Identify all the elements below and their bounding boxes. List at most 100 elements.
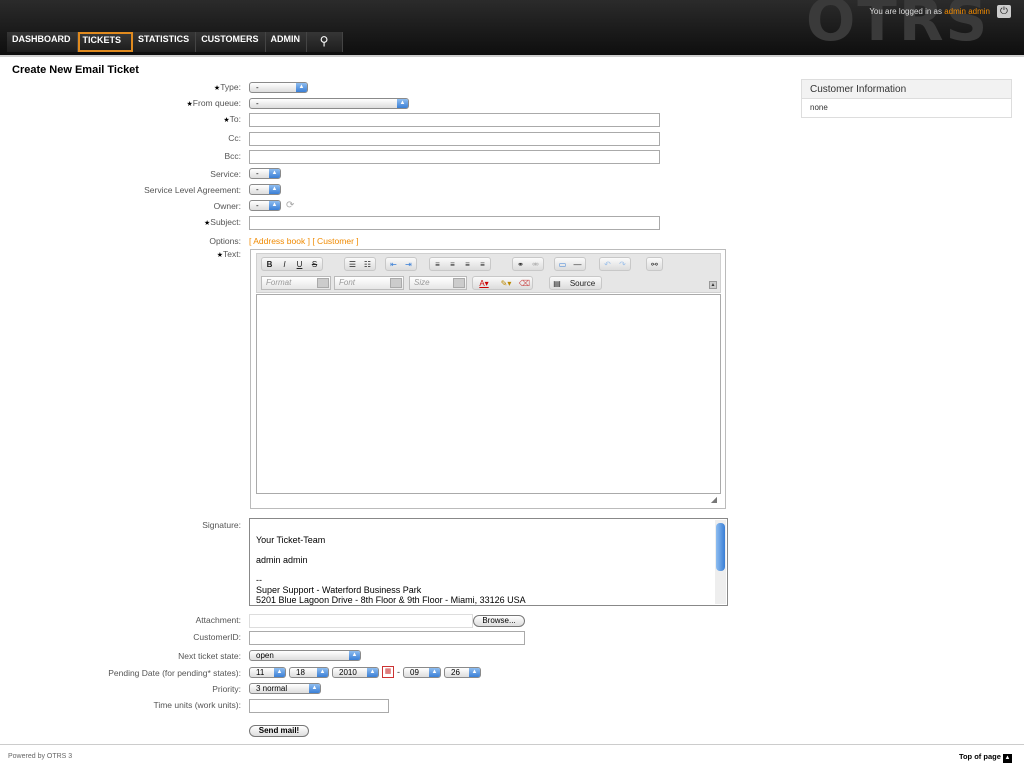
horizontal-rule-icon[interactable]: — — [570, 258, 585, 270]
unlink-icon[interactable]: ⚮ — [528, 258, 543, 270]
signature-box[interactable]: Your Ticket-Team admin admin -- Super Su… — [249, 518, 728, 606]
chevron-down-icon: ▲ — [269, 185, 280, 194]
source-label: Source — [569, 279, 596, 288]
resize-handle-icon[interactable]: ◢ — [711, 495, 717, 504]
signature-label: Signature: — [202, 520, 241, 530]
chevron-down-icon: ▲ — [349, 651, 360, 660]
cc-label: Cc: — [228, 133, 241, 143]
arrow-up-icon: ▲ — [1003, 754, 1012, 763]
nav-tickets[interactable]: TICKETS — [77, 32, 134, 52]
align-center-icon[interactable]: ≡ — [445, 258, 460, 270]
footer: Powered by OTRS 3 Top of page ▲ — [0, 744, 1024, 768]
outdent-icon[interactable]: ⇤ — [386, 258, 401, 270]
format-group: B I U S — [261, 257, 323, 271]
attachment-input[interactable] — [249, 614, 473, 628]
link-group: ⚭ ⚮ — [512, 257, 544, 271]
queue-label: From queue: — [187, 98, 241, 108]
nav-customers[interactable]: CUSTOMERS — [196, 32, 266, 52]
search-icon[interactable]: ⚲ — [307, 32, 344, 52]
cc-input[interactable] — [249, 132, 660, 146]
text-label: Text: — [217, 249, 241, 259]
chevron-down-icon: ▲ — [469, 668, 480, 677]
numbered-list-icon[interactable]: ☰ — [345, 258, 360, 270]
redo-icon[interactable]: ↷ — [615, 258, 630, 270]
source-icon: ▤ — [553, 279, 561, 288]
send-mail-button[interactable]: Send mail! — [249, 725, 309, 737]
pending-year-select[interactable]: 2010 ▲ — [332, 667, 379, 678]
priority-select[interactable]: 3 normal ▲ — [249, 683, 321, 694]
to-input[interactable] — [249, 113, 660, 127]
chevron-down-icon: ▲ — [296, 83, 307, 92]
owner-select[interactable]: - ▲ — [249, 200, 281, 211]
undo-icon[interactable]: ↶ — [600, 258, 615, 270]
editor-toolbar: B I U S ☰ ☷ ⇤ ⇥ ≡ ≡ ≡ ≡ ⚭ ⚮ ▭ — ↶ ↷ ⚯ Fo… — [256, 253, 721, 293]
sla-select[interactable]: - ▲ — [249, 184, 281, 195]
nav-admin[interactable]: ADMIN — [265, 32, 308, 52]
strike-button[interactable]: S — [307, 258, 322, 270]
chevron-down-icon — [390, 278, 402, 288]
login-user-link[interactable]: admin admin — [944, 7, 990, 16]
link-icon[interactable]: ⚭ — [513, 258, 528, 270]
format-combo[interactable]: Format — [261, 276, 331, 290]
history-group: ↶ ↷ — [599, 257, 631, 271]
customerid-label: CustomerID: — [193, 632, 241, 642]
remove-format-icon[interactable]: ⌫ — [517, 277, 532, 289]
text-editor-area[interactable] — [256, 294, 721, 494]
collapse-toolbar-icon[interactable]: ▲ — [709, 281, 717, 289]
type-label: Type: — [214, 82, 241, 92]
size-combo[interactable]: Size — [409, 276, 467, 290]
queue-select[interactable]: - ▲ — [249, 98, 409, 109]
italic-button[interactable]: I — [277, 258, 292, 270]
type-select[interactable]: - ▲ — [249, 82, 308, 93]
subject-input[interactable] — [249, 216, 660, 230]
align-justify-icon[interactable]: ≡ — [475, 258, 490, 270]
pending-minute-select[interactable]: 26 ▲ — [444, 667, 481, 678]
nav-statistics[interactable]: STATISTICS — [133, 32, 197, 52]
refresh-owner-icon[interactable]: ⟳ — [286, 200, 297, 211]
customer-link[interactable]: [ Customer ] — [312, 236, 358, 246]
nav-dashboard[interactable]: DASHBOARD — [7, 32, 78, 52]
chevron-down-icon: ▲ — [397, 99, 408, 108]
chevron-down-icon — [317, 278, 329, 288]
bullet-list-icon[interactable]: ☷ — [360, 258, 375, 270]
signature-scroll-thumb[interactable] — [716, 523, 725, 571]
pending-day-select[interactable]: 18 ▲ — [289, 667, 329, 678]
date-separator: - — [397, 667, 400, 677]
font-combo[interactable]: Font — [334, 276, 404, 290]
indent-icon[interactable]: ⇥ — [401, 258, 416, 270]
pending-hour-select[interactable]: 09 ▲ — [403, 667, 441, 678]
bcc-input[interactable] — [249, 150, 660, 164]
find-binoculars-icon[interactable]: ⚯ — [647, 258, 662, 270]
chevron-down-icon: ▲ — [274, 668, 285, 677]
service-select[interactable]: - ▲ — [249, 168, 281, 179]
bg-color-icon[interactable]: ✎▾ — [495, 277, 517, 289]
rich-text-editor: B I U S ☰ ☷ ⇤ ⇥ ≡ ≡ ≡ ≡ ⚭ ⚮ ▭ — ↶ ↷ ⚯ Fo… — [250, 249, 726, 509]
source-button[interactable]: ▤ Source — [549, 276, 602, 290]
list-group: ☰ ☷ — [344, 257, 376, 271]
calendar-icon[interactable]: ▦ — [382, 666, 394, 678]
align-left-icon[interactable]: ≡ — [430, 258, 445, 270]
browse-button[interactable]: Browse... — [473, 615, 525, 627]
attachment-label: Attachment: — [195, 615, 241, 625]
chevron-down-icon: ▲ — [269, 169, 280, 178]
align-group: ≡ ≡ ≡ ≡ — [429, 257, 491, 271]
customerid-input[interactable] — [249, 631, 525, 645]
next-state-label: Next ticket state: — [178, 651, 241, 661]
time-units-label: Time units (work units): — [153, 700, 241, 710]
align-right-icon[interactable]: ≡ — [460, 258, 475, 270]
top-of-page-link[interactable]: Top of page ▲ — [959, 752, 1012, 763]
underline-button[interactable]: U — [292, 258, 307, 270]
pending-month-select[interactable]: 11 ▲ — [249, 667, 286, 678]
next-state-select[interactable]: open ▲ — [249, 650, 361, 661]
address-book-link[interactable]: [ Address book ] — [249, 236, 310, 246]
bold-button[interactable]: B — [262, 258, 277, 270]
bcc-label: Bcc: — [224, 151, 241, 161]
color-group: A▾ ✎▾ ⌫ — [472, 276, 533, 290]
customer-info-title: Customer Information — [802, 80, 1011, 99]
main-nav: DASHBOARD TICKETS STATISTICS CUSTOMERS A… — [7, 32, 344, 52]
text-color-icon[interactable]: A▾ — [473, 277, 495, 289]
image-icon[interactable]: ▭ — [555, 258, 570, 270]
logout-icon[interactable]: ⏻ — [997, 5, 1011, 18]
time-units-input[interactable] — [249, 699, 389, 713]
signature-line-4: Super Support - Waterford Business Park — [256, 585, 422, 595]
